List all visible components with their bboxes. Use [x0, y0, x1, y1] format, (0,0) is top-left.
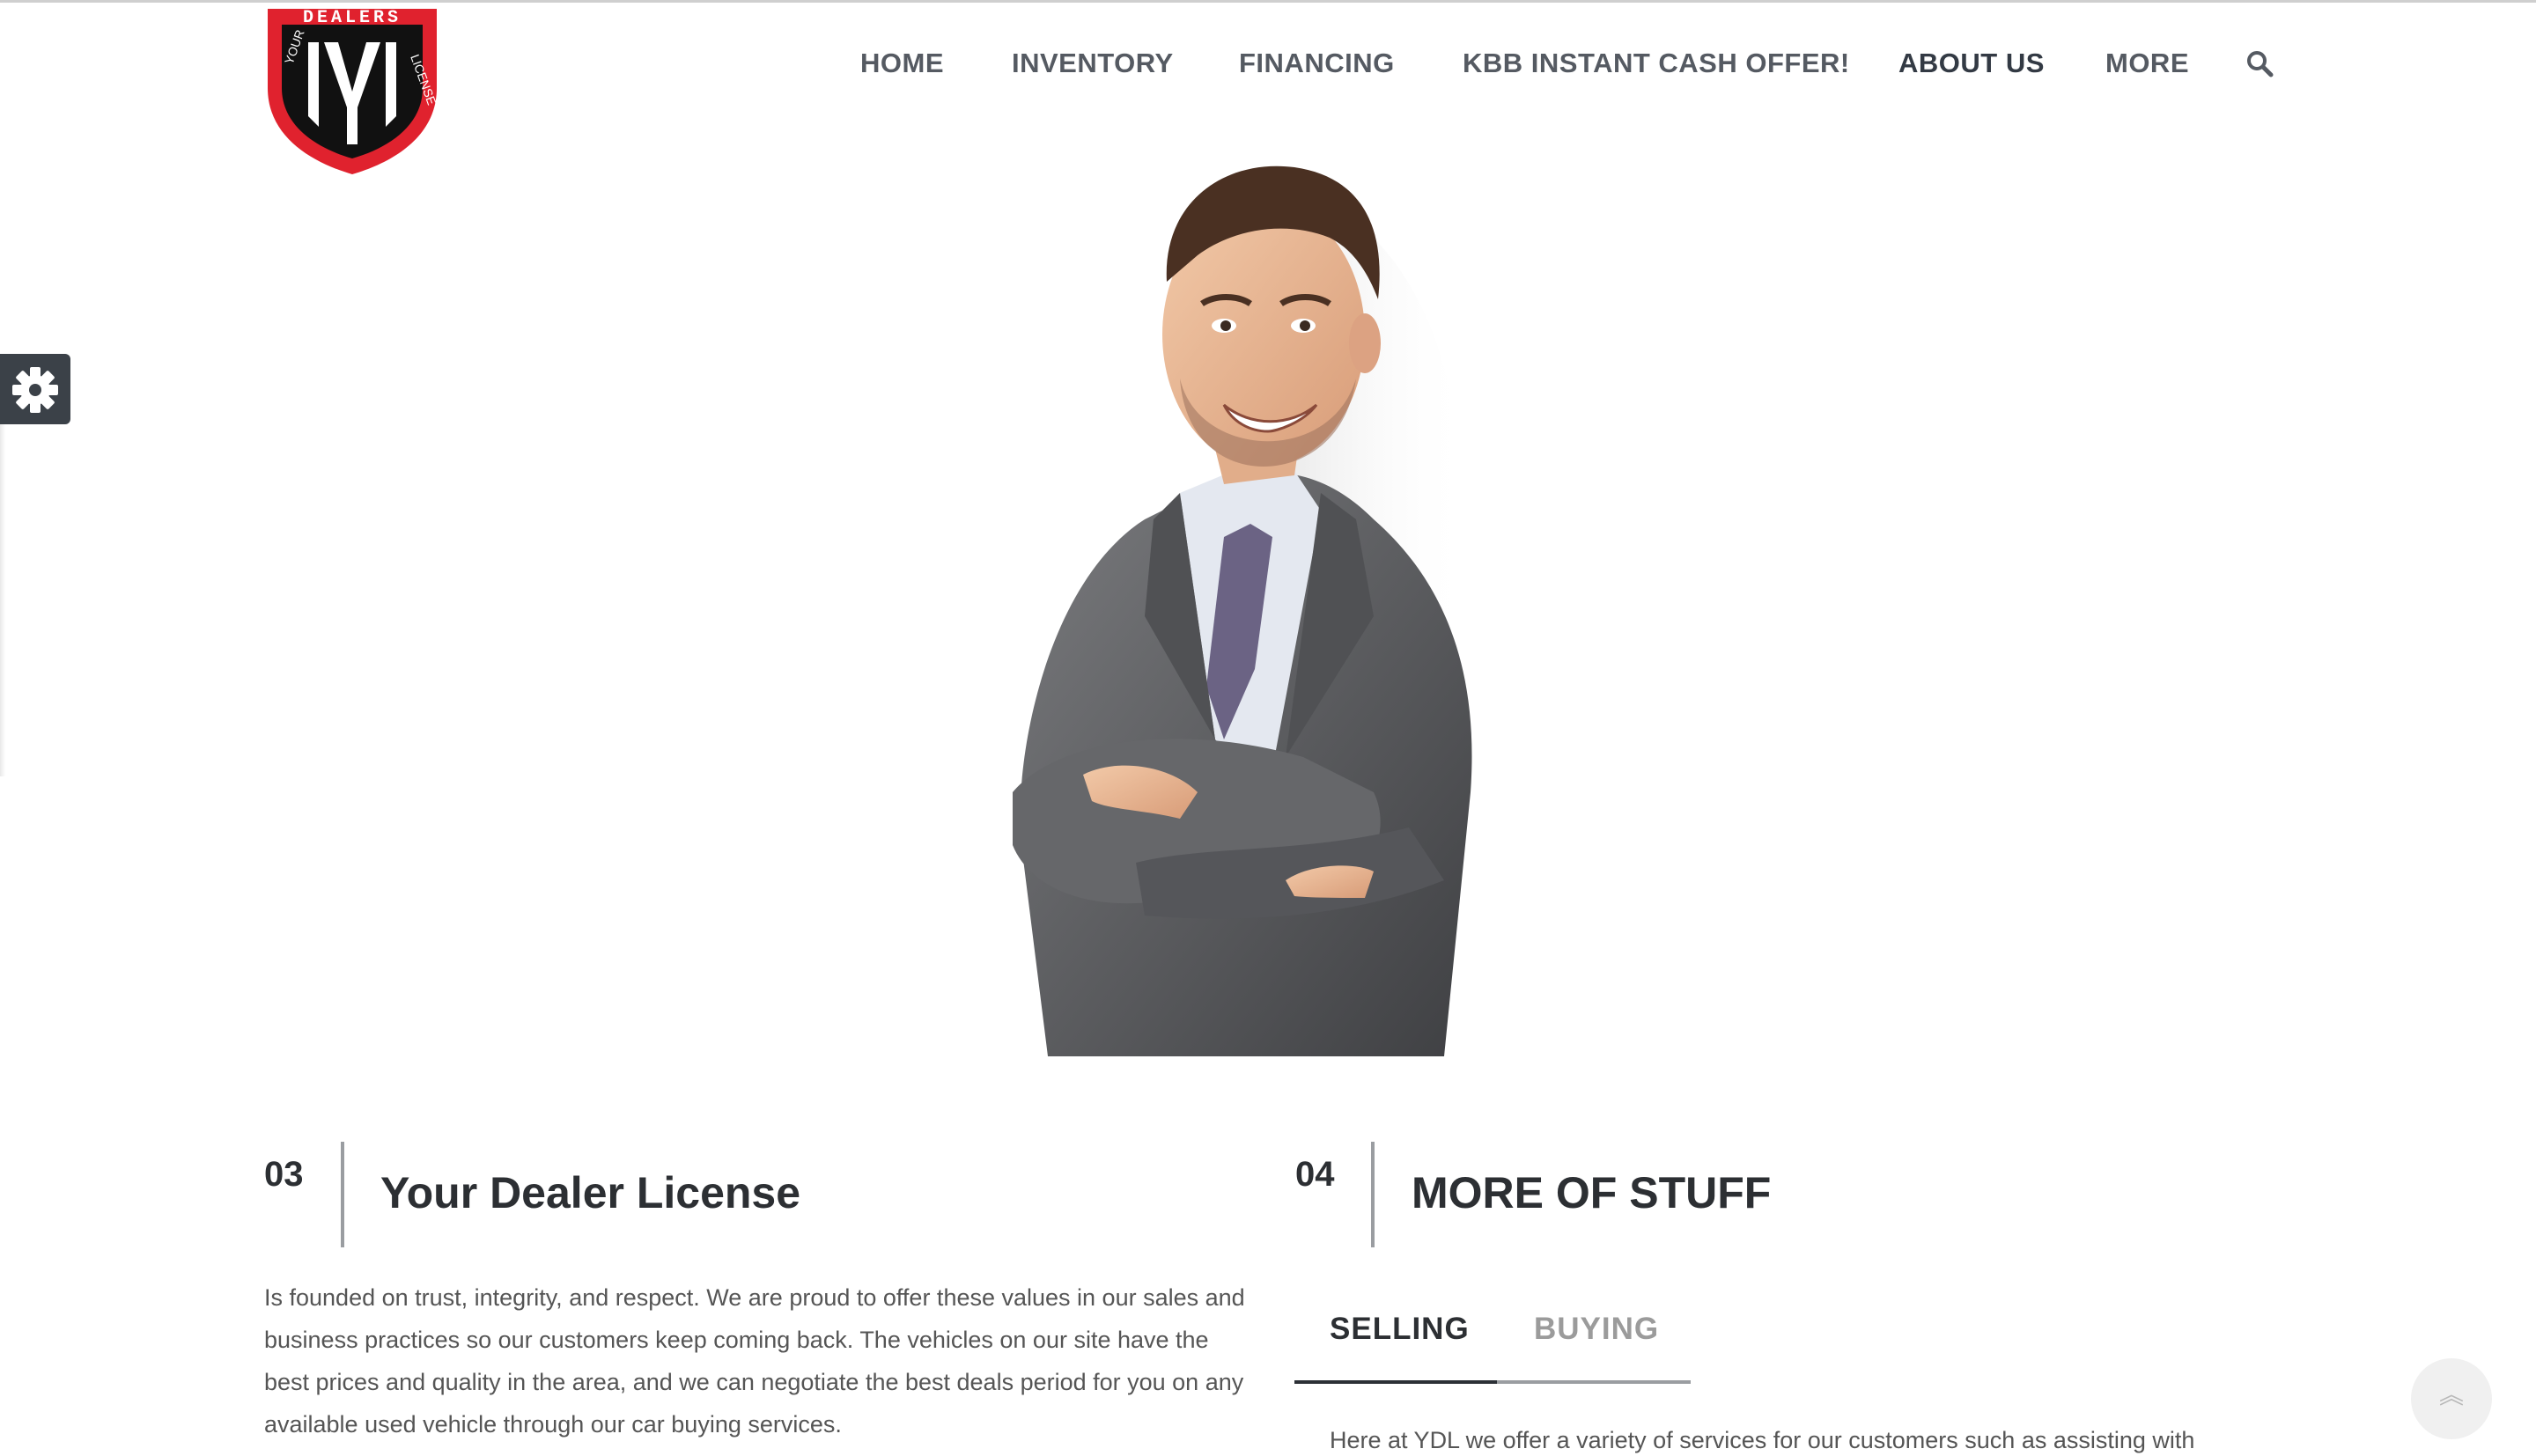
double-chevron-up-icon: ︽ [2438, 1381, 2464, 1408]
nav-inventory[interactable]: INVENTORY [1012, 42, 1174, 85]
side-panel-edge [0, 424, 5, 776]
svg-text:DEALERS: DEALERS [303, 8, 402, 28]
tab-buying[interactable]: BUYING [1534, 1303, 1659, 1380]
section-title: MORE OF STUFF [1412, 1168, 1772, 1217]
settings-panel-toggle[interactable] [0, 354, 70, 424]
tab-content-text: Here at YDL we offer a variety of servic… [1330, 1427, 2195, 1453]
section-divider [1371, 1142, 1375, 1247]
ydl-logo[interactable]: DEALERS YOUR LICENSE [262, 4, 442, 176]
main-nav: HOME INVENTORY FINANCING KBB INSTANT CAS… [0, 42, 2536, 85]
services-tabs: SELLING BUYING [1294, 1303, 1691, 1384]
back-to-top-button[interactable]: ︽ [2411, 1358, 2492, 1439]
section-divider [341, 1142, 344, 1247]
nav-financing[interactable]: FINANCING [1239, 42, 1395, 85]
nav-kbb-instant-cash-offer[interactable]: KBB INSTANT CASH OFFER! [1463, 42, 1850, 85]
nav-home[interactable]: HOME [860, 42, 944, 85]
section-number: 04 [1295, 1155, 1335, 1194]
logo-shield-icon: DEALERS YOUR LICENSE [268, 8, 439, 174]
tab-active-indicator [1294, 1380, 1497, 1384]
gear-icon [12, 367, 58, 413]
tab-selling[interactable]: SELLING [1330, 1303, 1470, 1380]
top-border [0, 0, 2536, 3]
nav-about-us[interactable]: ABOUT US [1898, 42, 2045, 85]
nav-more[interactable]: MORE [2105, 42, 2189, 85]
section-number: 03 [264, 1155, 304, 1194]
search-icon[interactable] [2245, 49, 2274, 77]
hero-businessman-image [916, 123, 1638, 1056]
section-title: Your Dealer License [380, 1168, 801, 1217]
section-body-text: Is founded on trust, integrity, and resp… [264, 1284, 1245, 1438]
